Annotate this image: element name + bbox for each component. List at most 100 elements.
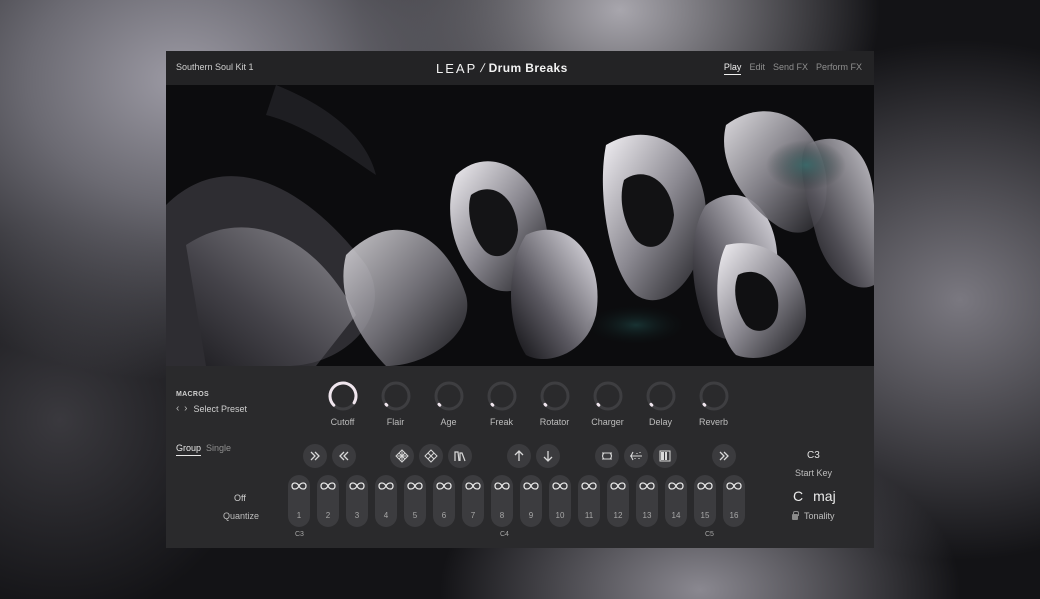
start-key-value[interactable]: C3	[807, 450, 820, 461]
note-label-c3: C3	[295, 531, 304, 538]
knob-flair[interactable]: Flair	[369, 380, 422, 427]
pad-number: 8	[499, 511, 505, 520]
slices-button[interactable]	[653, 444, 677, 468]
knob-delay[interactable]: Delay	[634, 380, 687, 427]
tab-edit[interactable]: Edit	[749, 62, 765, 75]
grid-diamond-button[interactable]	[390, 444, 414, 468]
tab-perform-fx[interactable]: Perform FX	[816, 62, 862, 75]
pad-5[interactable]: 5	[404, 475, 426, 527]
pad-4[interactable]: 4	[375, 475, 397, 527]
pad-number: 13	[642, 511, 652, 520]
pad-number: 11	[584, 511, 594, 520]
scatter-button[interactable]	[624, 444, 648, 468]
infinity-icon	[581, 482, 597, 490]
preset-name[interactable]: Southern Soul Kit 1	[176, 62, 254, 72]
knob-cutoff[interactable]: Cutoff	[316, 380, 369, 427]
note-label-c5: C5	[705, 531, 714, 538]
knob-age[interactable]: Age	[422, 380, 475, 427]
knob-dial[interactable]	[539, 380, 571, 412]
infinity-icon	[465, 482, 481, 490]
pad-number: 4	[383, 511, 389, 520]
infinity-icon	[291, 482, 307, 490]
tonality-label-row: Tonality	[792, 511, 835, 521]
pad-number: 16	[729, 511, 739, 520]
prev-next-arrows-icon[interactable]: ‹ ›	[176, 403, 188, 414]
quantize-value[interactable]: Off	[234, 493, 246, 503]
envelope-icon	[454, 451, 466, 462]
knob-value-arc	[436, 402, 441, 407]
mode-group[interactable]: Group	[176, 443, 202, 456]
knob-value-arc	[328, 381, 357, 407]
pad-number: 12	[613, 511, 623, 520]
knob-dial[interactable]	[698, 380, 730, 412]
pad-8[interactable]: 8	[491, 475, 513, 527]
pad-6[interactable]: 6	[433, 475, 455, 527]
rewind-button[interactable]	[332, 444, 356, 468]
pad-number: 14	[671, 511, 681, 520]
pad-11[interactable]: 11	[578, 475, 600, 527]
knob-dial[interactable]	[645, 380, 677, 412]
grid-diamond-alt-icon	[424, 449, 438, 463]
knob-label: Age	[440, 417, 457, 427]
pad-9[interactable]: 9	[520, 475, 542, 527]
knob-dial[interactable]	[327, 380, 359, 412]
knob-charger[interactable]: Charger	[581, 380, 634, 427]
logo-brand: Drum Breaks	[488, 61, 568, 75]
infinity-icon	[697, 482, 713, 490]
arrow-down-button[interactable]	[536, 444, 560, 468]
quantize-label: Quantize	[223, 511, 260, 521]
pad-10[interactable]: 10	[549, 475, 571, 527]
pad-row: 1 2 3 4 5 6 7 8 9 10 11 12 13 14 15 16	[288, 475, 745, 527]
pad-2[interactable]: 2	[317, 475, 339, 527]
plugin-window: Southern Soul Kit 1 LEAP / Drum Breaks P…	[166, 51, 874, 548]
mode-single[interactable]: Single	[206, 443, 231, 456]
envelope-button[interactable]	[448, 444, 472, 468]
knob-freak[interactable]: Freak	[475, 380, 528, 427]
fast-forward-button[interactable]	[303, 444, 327, 468]
start-key-label: Start Key	[795, 468, 833, 478]
infinity-icon	[610, 482, 626, 490]
arrow-up-button[interactable]	[507, 444, 531, 468]
pad-16[interactable]: 16	[723, 475, 745, 527]
macro-preset-selector[interactable]: ‹ › Select Preset	[176, 403, 247, 414]
pad-12[interactable]: 12	[607, 475, 629, 527]
infinity-icon	[523, 482, 539, 490]
knob-value-arc	[595, 402, 600, 407]
knob-label: Freak	[489, 417, 513, 427]
loop-button[interactable]	[595, 444, 619, 468]
tonality-selector[interactable]: C maj	[793, 488, 836, 504]
pad-15[interactable]: 15	[694, 475, 716, 527]
select-preset-label[interactable]: Select Preset	[193, 404, 247, 414]
pad-14[interactable]: 14	[665, 475, 687, 527]
knob-rotator[interactable]: Rotator	[528, 380, 581, 427]
pad-number: 10	[555, 511, 565, 520]
infinity-icon	[378, 482, 394, 490]
tonality-scale[interactable]: maj	[813, 488, 836, 504]
pad-13[interactable]: 13	[636, 475, 658, 527]
knob-reverb[interactable]: Reverb	[687, 380, 740, 427]
tab-play[interactable]: Play	[723, 62, 742, 75]
knob-dial[interactable]	[592, 380, 624, 412]
pad-number: 9	[528, 511, 534, 520]
pad-7[interactable]: 7	[462, 475, 484, 527]
tab-send-fx[interactable]: Send FX	[773, 62, 808, 75]
infinity-icon	[407, 482, 423, 490]
infinity-icon	[494, 482, 510, 490]
knob-dial[interactable]	[433, 380, 465, 412]
note-label-c4: C4	[500, 531, 509, 538]
infinity-icon	[552, 482, 568, 490]
pad-3[interactable]: 3	[346, 475, 368, 527]
kit-artwork	[166, 85, 874, 366]
fast-forward-button-2[interactable]	[712, 444, 736, 468]
loop-icon	[601, 452, 613, 460]
pad-1[interactable]: 1	[288, 475, 310, 527]
infinity-icon	[320, 482, 336, 490]
knob-value-arc	[648, 402, 653, 407]
lock-icon[interactable]	[792, 511, 799, 520]
knob-label: Rotator	[539, 417, 570, 427]
grid-diamond-alt-button[interactable]	[419, 444, 443, 468]
knob-dial[interactable]	[380, 380, 412, 412]
tonality-root[interactable]: C	[793, 488, 803, 504]
infinity-icon	[726, 482, 742, 490]
knob-dial[interactable]	[486, 380, 518, 412]
